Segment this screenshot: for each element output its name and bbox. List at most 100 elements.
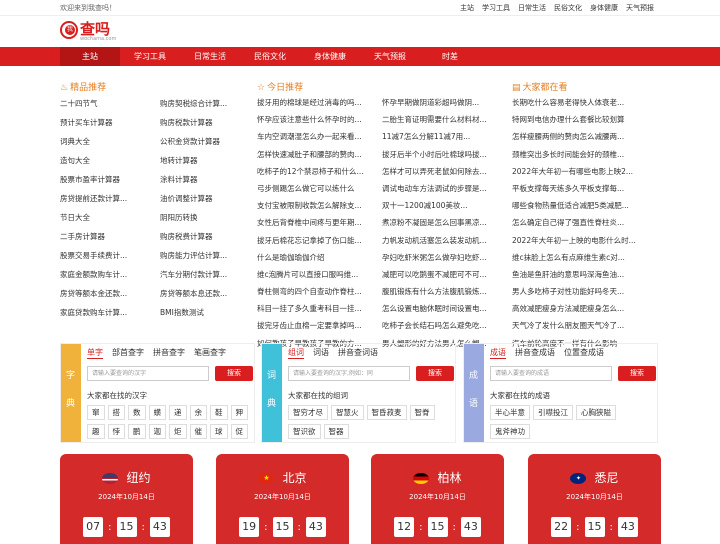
chip-link[interactable]: 蟥 — [148, 405, 166, 420]
article-link[interactable]: 怎样才可以弄死老鼠如何除去... — [382, 163, 497, 180]
article-link[interactable]: 怎么设置电脑休眠时间设置电... — [382, 300, 497, 317]
chip-link[interactable]: 数 — [128, 405, 146, 420]
chip-link[interactable]: 递 — [169, 405, 187, 420]
recommend-link[interactable]: 预计买车计算器 — [60, 113, 160, 132]
nav-item[interactable]: 时差 — [420, 47, 480, 66]
nav-item[interactable]: 天气预报 — [360, 47, 420, 66]
search-input[interactable]: 请输入要查询的成语 — [490, 366, 612, 381]
chip-link[interactable]: 狎 — [230, 405, 248, 420]
article-link[interactable]: 维c泡腾片可以直接口服吗维... — [257, 266, 382, 283]
hot-link[interactable]: 特网到电信办理什么套餐比较划算 — [512, 111, 662, 128]
site-logo[interactable]: 我 查吗 wochama.com — [60, 21, 140, 43]
top-link[interactable]: 日常生活 — [518, 3, 546, 13]
top-link[interactable]: 主站 — [460, 3, 474, 13]
chip-link[interactable]: 悖 — [107, 424, 125, 439]
chip-link[interactable]: 智昏菽麦 — [366, 405, 407, 420]
hot-link[interactable]: 怎样瘦腰两侧的赘肉怎么减腰两... — [512, 128, 662, 145]
article-link[interactable]: 调试电动车方法调试的步骤是... — [382, 180, 497, 197]
recommend-link[interactable]: 油价调整计算器 — [160, 189, 240, 208]
chip-link[interactable]: 促 — [230, 424, 248, 439]
article-link[interactable]: 孕妇吃虾米粥怎么做孕妇吃虾... — [382, 249, 497, 266]
hot-link[interactable]: 高效减肥瘦身方法减肥瘦身怎么... — [512, 300, 662, 317]
recommend-link[interactable]: 家庭金额款购车计... — [60, 265, 160, 284]
chip-link[interactable]: 催 — [189, 424, 207, 439]
recommend-link[interactable]: 房贷提前还款计算... — [60, 189, 160, 208]
top-link[interactable]: 学习工具 — [482, 3, 510, 13]
chip-link[interactable]: 鹏 — [128, 424, 146, 439]
hot-link[interactable]: 长期吃什么容易老得快人体衰老... — [512, 94, 662, 111]
article-link[interactable]: 拔牙后半个小时后吐棉球吗拔... — [382, 146, 497, 163]
article-link[interactable]: 弓步侧踢怎么做它可以练什么 — [257, 180, 382, 197]
recommend-link[interactable]: 节日大全 — [60, 208, 160, 227]
chip-link[interactable]: 智识欲 — [288, 424, 321, 439]
hot-link[interactable]: 哪些食物热量低适合减肥5类减肥... — [512, 197, 662, 214]
recommend-link[interactable]: BMI指数测试 — [160, 303, 240, 322]
chip-link[interactable]: 炬 — [169, 424, 187, 439]
recommend-link[interactable]: 二十四节气 — [60, 94, 160, 113]
recommend-link[interactable]: 阴阳历转换 — [160, 208, 240, 227]
recommend-link[interactable]: 购房契税综合计算... — [160, 94, 240, 113]
hot-link[interactable]: 天气冷了发什么朋友圈天气冷了... — [512, 317, 662, 334]
article-link[interactable]: 二胎生育证明需要什么材料材... — [382, 111, 497, 128]
chip-link[interactable]: 引噤投江 — [533, 405, 573, 420]
article-link[interactable]: 腹肌锻炼有什么方法腹肌锻炼... — [382, 283, 497, 300]
tab[interactable]: 拼音查成语 — [515, 347, 555, 359]
chip-link[interactable]: 智穷才尽 — [288, 405, 328, 420]
nav-item[interactable]: 学习工具 — [120, 47, 180, 66]
tab[interactable]: 组词 — [288, 347, 304, 359]
tab[interactable]: 部首查字 — [112, 347, 144, 359]
recommend-link[interactable]: 购房能力评估计算... — [160, 246, 240, 265]
hot-link[interactable]: 男人多吃柿子对性功能好吗冬天... — [512, 283, 662, 300]
tab[interactable]: 位置查成语 — [564, 347, 604, 359]
chip-link[interactable]: 趣 — [87, 424, 105, 439]
recommend-link[interactable]: 购房税费计算器 — [160, 227, 240, 246]
chip-link[interactable]: 半心半意 — [490, 405, 530, 420]
article-link[interactable]: 拔牙后棉花忘记拿掉了伤口能... — [257, 232, 382, 249]
chip-link[interactable]: 心胸狭隘 — [576, 405, 616, 420]
search-input[interactable]: 请输入要查询的汉字,例如：同 — [288, 366, 410, 381]
search-button[interactable]: 搜索 — [416, 366, 454, 381]
chip-link[interactable]: 鬼斧神功 — [490, 424, 530, 439]
chip-link[interactable]: 搭 — [107, 405, 125, 420]
chip-link[interactable]: 窜 — [87, 405, 105, 420]
article-link[interactable]: 车内空调潮湿怎么办一起来看... — [257, 128, 382, 145]
article-link[interactable]: 怀孕早期做阴道彩超吗做阴... — [382, 94, 497, 111]
article-link[interactable]: 支付宝被限制收款怎么解除支... — [257, 197, 382, 214]
tab[interactable]: 词语 — [313, 347, 329, 359]
tab[interactable]: 单字 — [87, 347, 103, 359]
hot-link[interactable]: 颈椎突出多长时间能会好的颈椎... — [512, 146, 662, 163]
article-link[interactable]: 煮凉粉不凝固是怎么回事黑凉... — [382, 214, 497, 231]
top-link[interactable]: 身体健康 — [590, 3, 618, 13]
article-link[interactable]: 吃柿子的12个禁忌柿子和什么... — [257, 163, 382, 180]
article-link[interactable]: 怎样快速减肚子和腰部的赘肉... — [257, 146, 382, 163]
article-link[interactable]: 什么是瑜伽瑜伽介绍 — [257, 249, 382, 266]
nav-item[interactable]: 身体健康 — [300, 47, 360, 66]
nav-item[interactable]: 民俗文化 — [240, 47, 300, 66]
tab[interactable]: 笔画查字 — [194, 347, 226, 359]
nav-item[interactable]: 日常生活 — [180, 47, 240, 66]
hot-link[interactable]: 2022年大年初一上映的电影什么时... — [512, 232, 662, 249]
article-link[interactable]: 拔完牙齿止血棉一定要拿掉吗... — [257, 317, 382, 334]
hot-link[interactable]: 怎么确定自己得了强直性脊柱炎... — [512, 214, 662, 231]
recommend-link[interactable]: 房贷等额本息还款... — [160, 284, 240, 303]
chip-link[interactable]: 智脊 — [409, 405, 435, 420]
chip-link[interactable]: 迦 — [148, 424, 166, 439]
article-link[interactable]: 减肥可以吃鹅蛋不减肥可不可... — [382, 266, 497, 283]
chip-link[interactable]: 球 — [210, 424, 228, 439]
hot-link[interactable]: 鱼油是鱼肝油的意思吗深海鱼油... — [512, 266, 662, 283]
article-link[interactable]: 力帆发动机活塞怎么装发动机... — [382, 232, 497, 249]
recommend-link[interactable]: 家庭贷款购车计算... — [60, 303, 160, 322]
recommend-link[interactable]: 房贷等额本金还款... — [60, 284, 160, 303]
hot-link[interactable]: 维c抹脸上怎么有点麻维生素c对... — [512, 249, 662, 266]
top-link[interactable]: 天气预报 — [626, 3, 654, 13]
search-input[interactable]: 请输入要查询的汉字 — [87, 366, 209, 381]
article-link[interactable]: 11减7怎么分解11减7用... — [382, 128, 497, 145]
recommend-link[interactable]: 股票交易手续费计... — [60, 246, 160, 265]
article-link[interactable]: 吃柿子会长结石吗怎么避免吃... — [382, 317, 497, 334]
tab[interactable]: 成语 — [490, 347, 506, 359]
article-link[interactable]: 拔牙用的棉球是经过消毒的吗... — [257, 94, 382, 111]
nav-item[interactable]: 主站 — [60, 47, 120, 66]
recommend-link[interactable]: 造句大全 — [60, 151, 160, 170]
article-link[interactable]: 双十一1200减100美妆... — [382, 197, 497, 214]
chip-link[interactable]: 智器 — [323, 424, 349, 439]
